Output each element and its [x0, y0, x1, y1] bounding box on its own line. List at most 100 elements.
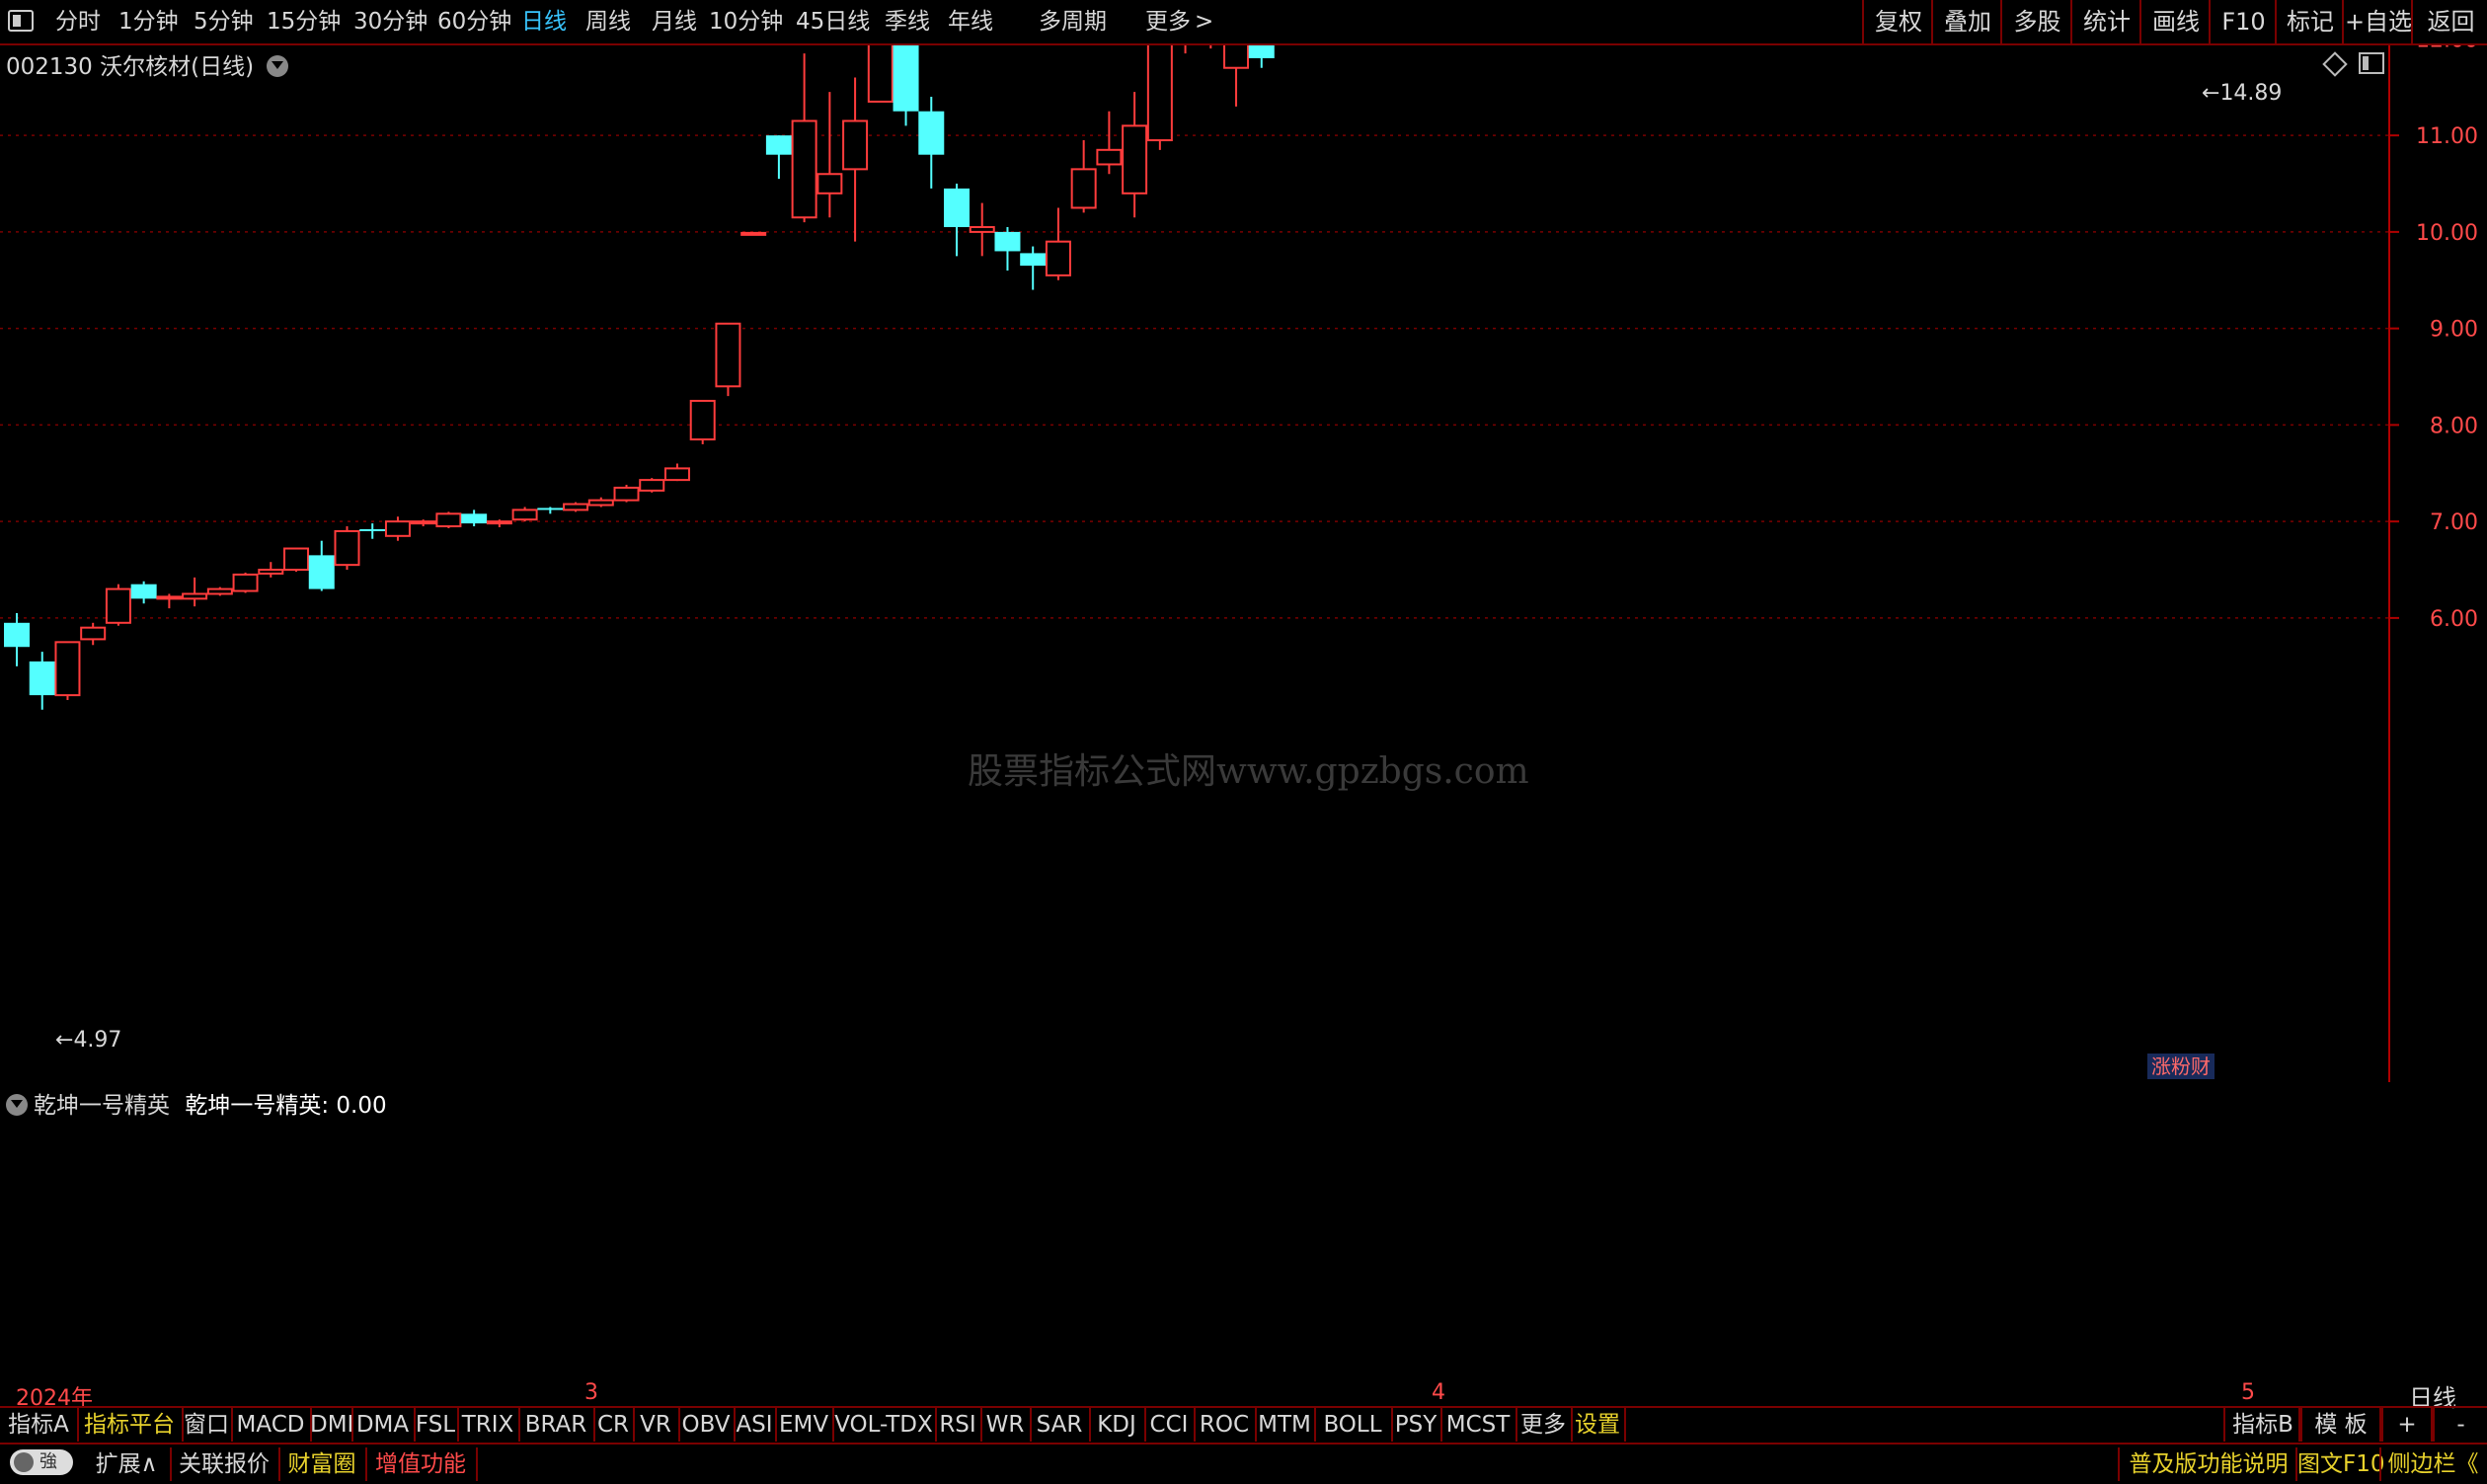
window-toggle-icon[interactable]	[8, 10, 34, 32]
toolbar-button-4[interactable]: 画线	[2139, 0, 2211, 43]
indicator-tab-7[interactable]: TRIX	[457, 1408, 520, 1442]
candle-body	[1248, 45, 1275, 58]
candlestick-chart[interactable]: 1.000.750.50 14.0013.0012.0011.0010.009.…	[0, 45, 2487, 1082]
indicator-tab-25[interactable]: 更多	[1516, 1408, 1573, 1442]
candle-body	[663, 467, 690, 482]
period-tab-12[interactable]: 年线	[948, 0, 993, 43]
candle-body	[791, 119, 817, 219]
period-tab-14[interactable]: 更多 >	[1145, 0, 1213, 43]
candle	[334, 526, 360, 571]
candle-body	[283, 547, 310, 572]
toolbar-button-2[interactable]: 多股	[2000, 0, 2072, 43]
indicator-tab-5[interactable]: DMA	[351, 1408, 416, 1442]
indicator-tab-14[interactable]: VOL-TDX	[832, 1408, 937, 1442]
status-item-3[interactable]: 增值功能	[365, 1447, 478, 1481]
indicator-tab-13[interactable]: EMV	[775, 1408, 834, 1442]
brand-badge[interactable]: 涨粉财	[2147, 1054, 2215, 1079]
indicator-tab-18[interactable]: KDJ	[1089, 1408, 1146, 1442]
toolbar-button-3[interactable]: 统计	[2070, 0, 2141, 43]
indicator-tab-1[interactable]: 指标平台	[77, 1408, 184, 1442]
period-tab-10[interactable]: 45日线	[796, 0, 870, 43]
indicator-tab-20[interactable]: ROC	[1194, 1408, 1257, 1442]
strength-toggle-label: 強	[39, 1451, 57, 1472]
template-tab-2[interactable]: +	[2379, 1408, 2435, 1442]
indicator-tab-4[interactable]: DMI	[310, 1408, 353, 1442]
template-tab-3[interactable]: -	[2431, 1408, 2487, 1442]
low-marker-value: 4.97	[73, 1028, 122, 1053]
candle	[689, 399, 716, 444]
candle	[587, 497, 614, 508]
strength-toggle[interactable]: 強	[10, 1449, 73, 1475]
toolbar-button-7[interactable]: +自选	[2342, 0, 2413, 43]
period-tab-11[interactable]: 季线	[885, 0, 930, 43]
indicator-tab-22[interactable]: BOLL	[1314, 1408, 1393, 1442]
indicator-tabs-row: 指标A 指标平台 窗口 MACD DMI DMA FSL TRIX BRAR CR VR OBV ASI…	[0, 1406, 2487, 1444]
indicator-tab-11[interactable]: OBV	[678, 1408, 736, 1442]
candle-body	[206, 587, 233, 595]
period-tab-4[interactable]: 30分钟	[353, 0, 427, 43]
toolbar-button-0[interactable]: 复权	[1862, 0, 1933, 43]
toolbar-button-1[interactable]: 叠加	[1931, 0, 2002, 43]
chevron-down-icon[interactable]	[6, 1094, 28, 1116]
indicator-tab-24[interactable]: MCST	[1440, 1408, 1517, 1442]
period-tab-2[interactable]: 5分钟	[194, 0, 254, 43]
price-label: 6.00	[2430, 607, 2478, 632]
candle	[54, 641, 81, 700]
status-item-0[interactable]: 扩展∧	[83, 1447, 172, 1481]
candle	[182, 577, 208, 607]
candle-body	[232, 573, 259, 592]
candle	[1070, 140, 1097, 213]
indicator-tab-8[interactable]: BRAR	[518, 1408, 595, 1442]
candle	[1248, 45, 1275, 68]
period-tab-8[interactable]: 月线	[652, 0, 697, 43]
candle	[258, 562, 284, 578]
candle-body	[258, 569, 284, 575]
toolbar-button-6[interactable]: 标记	[2275, 0, 2344, 43]
indicator-tab-19[interactable]: CCI	[1144, 1408, 1196, 1442]
period-tab-3[interactable]: 15分钟	[267, 0, 341, 43]
candle-body	[435, 512, 462, 528]
candle-body	[918, 111, 945, 155]
indicator-tab-12[interactable]: ASI	[734, 1408, 777, 1442]
period-tab-0[interactable]: 分时	[55, 0, 101, 43]
high-marker: ←14.89	[2202, 81, 2282, 106]
candle	[4, 613, 30, 666]
indicator-tab-3[interactable]: MACD	[231, 1408, 312, 1442]
indicator-tab-2[interactable]: 窗口	[182, 1408, 233, 1442]
status-item-2[interactable]: 财富圈	[278, 1447, 367, 1481]
period-tab-5[interactable]: 60分钟	[437, 0, 511, 43]
template-tab-1[interactable]: 模 板	[2298, 1408, 2383, 1442]
status-item-1[interactable]: 关联报价	[170, 1447, 280, 1481]
chevron-right-icon: >	[1195, 9, 1214, 35]
indicator-tab-26[interactable]: 设置	[1571, 1408, 1626, 1442]
period-tab-13[interactable]: 多周期	[1039, 0, 1107, 43]
indicator-tab-16[interactable]: WR	[980, 1408, 1032, 1442]
indicator-tab-23[interactable]: PSY	[1391, 1408, 1442, 1442]
period-toolbar: 分时 1分钟 5分钟 15分钟 30分钟 60分钟 日线 周线 月线 10分钟 45日线 季线 年线 多周…	[0, 0, 2487, 45]
toolbar-button-5[interactable]: F10	[2209, 0, 2277, 43]
status-right-2[interactable]: 侧边栏《	[2379, 1447, 2485, 1481]
candle	[232, 572, 259, 593]
indicator-tab-21[interactable]: MTM	[1255, 1408, 1316, 1442]
arrow-icon: ←	[55, 1028, 74, 1053]
candle-body	[1223, 45, 1250, 69]
indicator-tab-15[interactable]: RSI	[935, 1408, 982, 1442]
candle-body	[334, 529, 360, 567]
indicator-tab-17[interactable]: SAR	[1030, 1408, 1091, 1442]
period-tab-1[interactable]: 1分钟	[118, 0, 179, 43]
indicator-tab-10[interactable]: VR	[633, 1408, 680, 1442]
indicator-tab-9[interactable]: CR	[593, 1408, 635, 1442]
period-tab-9[interactable]: 10分钟	[709, 0, 783, 43]
indicator-tab-6[interactable]: FSL	[414, 1408, 459, 1442]
status-right-1[interactable]: 图文F10	[2295, 1447, 2385, 1481]
high-marker-value: 14.89	[2219, 81, 2283, 106]
period-tab-7[interactable]: 周线	[585, 0, 631, 43]
candle-body	[54, 641, 81, 697]
candle	[613, 485, 640, 503]
status-right-0[interactable]: 普及版功能说明	[2118, 1447, 2297, 1481]
candle	[1045, 207, 1071, 280]
toolbar-button-8[interactable]: 返回	[2411, 0, 2487, 43]
indicator-tab-0[interactable]: 指标A	[0, 1408, 79, 1442]
template-tab-0[interactable]: 指标B	[2223, 1408, 2302, 1442]
period-tab-6[interactable]: 日线	[521, 0, 567, 43]
